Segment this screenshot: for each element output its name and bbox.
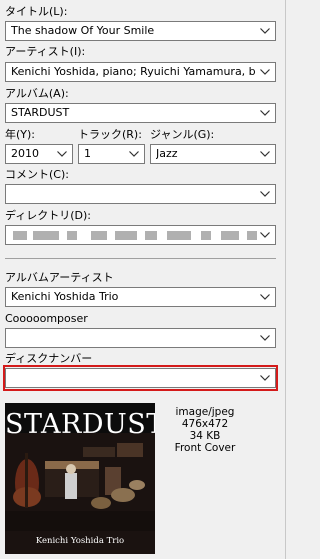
album-artist-value: Kenichi Yoshida Trio bbox=[11, 290, 119, 303]
track-label: トラック(R): bbox=[78, 128, 142, 141]
genre-field[interactable]: Jazz bbox=[150, 144, 276, 164]
composer-value bbox=[11, 329, 255, 347]
chevron-down-icon[interactable] bbox=[258, 145, 272, 163]
chevron-down-icon[interactable] bbox=[258, 22, 272, 40]
chevron-down-icon[interactable] bbox=[258, 288, 272, 306]
comment-value bbox=[11, 185, 255, 203]
directory-field[interactable] bbox=[5, 225, 276, 245]
album-label: アルバム(A): bbox=[5, 87, 69, 100]
chevron-down-icon[interactable] bbox=[258, 63, 272, 81]
track-value: 1 bbox=[84, 147, 91, 160]
cover-title: STARDUST bbox=[5, 409, 155, 440]
year-field[interactable]: 2010 bbox=[5, 144, 73, 164]
title-label: タイトル(L): bbox=[5, 5, 68, 18]
genre-value: Jazz bbox=[156, 147, 178, 160]
year-value: 2010 bbox=[11, 147, 39, 160]
chevron-down-icon[interactable] bbox=[127, 145, 141, 163]
directory-label: ディレクトリ(D): bbox=[5, 209, 91, 222]
chevron-down-icon[interactable] bbox=[258, 226, 272, 244]
album-value: STARDUST bbox=[11, 106, 70, 119]
title-field[interactable]: The shadow Of Your Smile bbox=[5, 21, 276, 41]
artist-label: アーティスト(I): bbox=[5, 45, 86, 58]
title-value: The shadow Of Your Smile bbox=[11, 24, 155, 37]
cover-art[interactable]: STARDUST Kenichi Yoshida Trio bbox=[5, 403, 155, 554]
disc-number-label: ディスクナンバー bbox=[5, 352, 93, 365]
comment-field[interactable] bbox=[5, 184, 276, 204]
chevron-down-icon[interactable] bbox=[258, 104, 272, 122]
chevron-down-icon[interactable] bbox=[55, 145, 69, 163]
year-label: 年(Y): bbox=[5, 128, 36, 141]
artist-field[interactable]: Kenichi Yoshida, piano; Ryuichi Yamamura… bbox=[5, 62, 276, 82]
cover-size: 34 KB bbox=[189, 430, 221, 442]
track-field[interactable]: 1 bbox=[78, 144, 145, 164]
album-artist-label: アルバムアーティスト bbox=[5, 271, 114, 284]
cover-type: Front Cover bbox=[174, 442, 236, 454]
artist-value: Kenichi Yoshida, piano; Ryuichi Yamamura… bbox=[11, 65, 255, 78]
cover-mime: image/jpeg bbox=[175, 406, 235, 418]
composer-field[interactable] bbox=[5, 328, 276, 348]
chevron-down-icon[interactable] bbox=[258, 185, 272, 203]
redacted-path bbox=[11, 229, 257, 243]
comment-label: コメント(C): bbox=[5, 168, 69, 181]
section-divider bbox=[5, 258, 276, 259]
window-edge bbox=[285, 0, 290, 559]
highlight-box bbox=[3, 365, 278, 391]
cover-dimensions: 476x472 bbox=[181, 418, 229, 430]
genre-label: ジャンル(G): bbox=[150, 128, 215, 141]
album-field[interactable]: STARDUST bbox=[5, 103, 276, 123]
cover-artist: Kenichi Yoshida Trio bbox=[35, 536, 125, 546]
composer-label: Cooooomposer bbox=[5, 312, 88, 325]
chevron-down-icon[interactable] bbox=[258, 329, 272, 347]
album-artist-field[interactable]: Kenichi Yoshida Trio bbox=[5, 287, 276, 307]
